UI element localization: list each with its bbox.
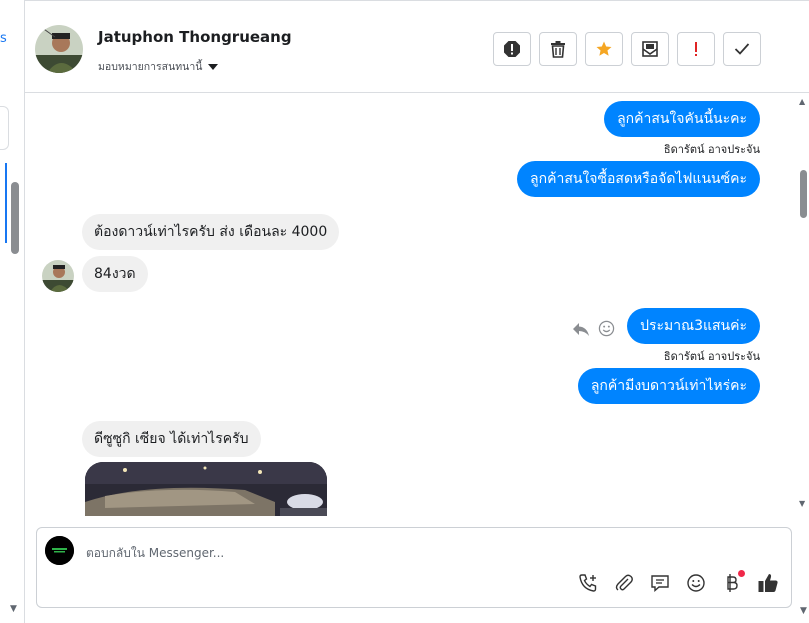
list-search-box-fragment[interactable] — [0, 106, 9, 150]
composer-toolbar — [577, 570, 779, 594]
selected-item-indicator — [5, 163, 7, 243]
like-button[interactable] — [757, 572, 779, 594]
check-icon — [734, 43, 750, 55]
emoji-button[interactable] — [685, 572, 707, 594]
conversation-header: Jatuphon Thongrueang มอบหมายการสนทนานี้ — [25, 0, 809, 93]
payment-button[interactable] — [721, 570, 745, 594]
conversation-actions — [493, 32, 761, 66]
conversation-list-pane: s ▼ — [0, 0, 25, 623]
contact-avatar-small — [42, 260, 74, 292]
thread-scrollbar-thumb[interactable] — [800, 170, 807, 218]
reply-composer[interactable]: ตอบกลับใน Messenger... — [36, 527, 792, 608]
page-avatar — [45, 536, 74, 565]
message-thread: ลูกค้าสนใจคันนี้นะคะ ธิดารัตน์ อาจประจัน… — [25, 94, 797, 516]
scroll-up-arrow[interactable]: ▲ — [799, 97, 805, 106]
outgoing-message: ลูกค้าสนใจซื้อสดหรือจัดไฟแนนซ์คะ — [517, 161, 760, 197]
message-sender-label: ธิดารัตน์ อาจประจัน — [663, 143, 760, 156]
envelope-icon — [642, 41, 658, 57]
delete-button[interactable] — [539, 32, 577, 66]
assign-conversation-dropdown[interactable]: มอบหมายการสนทนานี้ — [98, 58, 219, 75]
exclamation-icon — [695, 42, 697, 56]
paperclip-icon — [615, 574, 633, 591]
smiley-icon[interactable] — [598, 320, 615, 337]
notification-dot — [738, 570, 745, 577]
mark-spam-button[interactable] — [493, 32, 531, 66]
page-scroll-down-arrow[interactable]: ▼ — [800, 606, 807, 616]
outgoing-message: ลูกค้ามีงบดาวน์เท่าไหร่คะ — [577, 368, 760, 404]
star-icon — [596, 41, 612, 56]
incoming-message: 84งวด — [82, 256, 148, 292]
star-button[interactable] — [585, 32, 623, 66]
mark-unread-button[interactable] — [631, 32, 669, 66]
contact-avatar[interactable] — [35, 25, 83, 73]
call-add-button[interactable] — [577, 572, 599, 594]
thread-scrollbar[interactable]: ▲ ▼ — [797, 94, 809, 516]
assign-conversation-label: มอบหมายการสนทนานี้ — [98, 61, 203, 73]
call-add-icon — [579, 574, 597, 592]
mark-important-button[interactable] — [677, 32, 715, 66]
baht-payment-icon — [727, 574, 738, 592]
thumbs-up-icon — [758, 574, 778, 592]
outgoing-message: ประมาณ3แสนค่ะ — [627, 308, 760, 344]
incoming-message: ดีซูซูกิ เซียจ ได้เท่าไรครับ — [82, 421, 261, 457]
saved-reply-button[interactable] — [649, 572, 671, 594]
scroll-down-arrow[interactable]: ▼ — [799, 499, 805, 508]
message-sender-label: ธิดารัตน์ อาจประจัน — [663, 350, 760, 363]
caret-down-icon — [208, 64, 219, 70]
reply-input[interactable]: ตอบกลับใน Messenger... — [86, 544, 224, 563]
incoming-message: ต้องดาวน์เท่าไรครับ ส่ง เดือนละ 4000 — [82, 214, 340, 250]
exclamation-octagon-icon — [504, 41, 520, 57]
attach-button[interactable] — [613, 572, 635, 594]
list-text-fragment: s — [0, 31, 7, 46]
emoji-icon — [687, 574, 705, 592]
reply-icon[interactable] — [572, 321, 590, 337]
list-scrollbar-thumb[interactable] — [11, 182, 19, 254]
list-scroll-down-arrow[interactable]: ▼ — [10, 604, 17, 614]
message-hover-actions — [572, 320, 615, 337]
trash-icon — [551, 41, 565, 58]
outgoing-message: ลูกค้าสนใจคันนี้นะคะ — [604, 101, 760, 137]
contact-name: Jatuphon Thongrueang — [98, 28, 292, 46]
saved-reply-icon — [651, 575, 669, 593]
mark-done-button[interactable] — [723, 32, 761, 66]
incoming-photo-attachment[interactable] — [85, 462, 327, 516]
